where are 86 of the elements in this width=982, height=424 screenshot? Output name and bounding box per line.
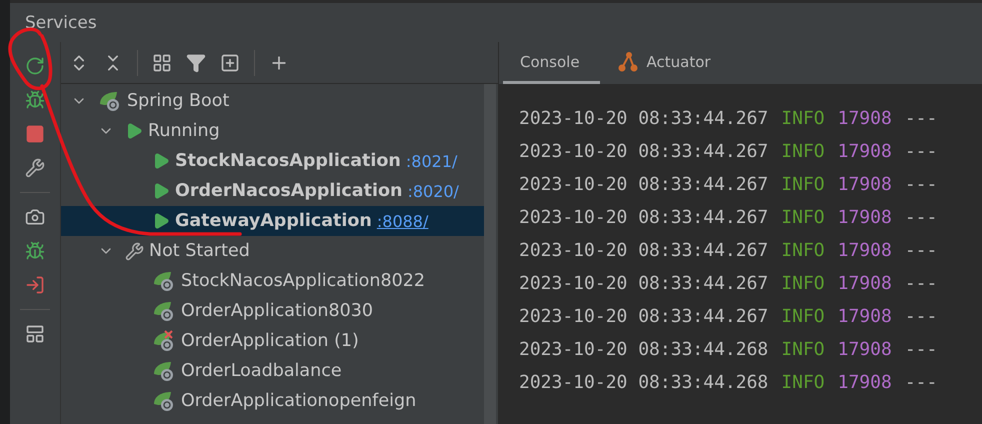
wrench-icon[interactable]: [25, 158, 45, 178]
run-icon: [152, 212, 170, 230]
tree-label: OrderLoadbalance: [181, 361, 342, 381]
log-timestamp: 2023-10-20 08:33:44.267: [519, 306, 768, 327]
tree-label: Running: [148, 121, 220, 141]
tree-label: OrderApplication8030: [181, 301, 374, 321]
log-level: INFO: [781, 273, 825, 294]
rerun-icon[interactable]: [25, 56, 45, 76]
tree-label: Not Started: [149, 241, 250, 261]
log-separator: ---: [904, 240, 938, 261]
log-level: INFO: [781, 240, 825, 261]
sign-in-icon[interactable]: [25, 275, 45, 295]
tree-item[interactable]: OrderApplication8030: [61, 296, 484, 326]
spring-icon: [152, 270, 176, 292]
log-pid: 17908: [838, 306, 892, 327]
port-link[interactable]: :8088/: [376, 212, 428, 230]
attach-debugger-icon[interactable]: [25, 241, 45, 261]
spring-error-icon: [152, 330, 176, 352]
log-pid: 17908: [838, 339, 892, 360]
log-pid: 17908: [838, 108, 892, 129]
log-level: INFO: [781, 108, 825, 129]
log-level: INFO: [781, 306, 825, 327]
log-separator: ---: [904, 339, 938, 360]
port-link[interactable]: :8021/: [406, 152, 458, 170]
tree-item[interactable]: Spring Boot: [61, 86, 484, 116]
log-separator: ---: [904, 108, 938, 129]
tree-label: GatewayApplication: [175, 211, 372, 231]
tree-item[interactable]: OrderApplicationopenfeign: [61, 386, 484, 416]
log-pid: 17908: [838, 141, 892, 162]
log-level: INFO: [781, 174, 825, 195]
log-separator: ---: [904, 207, 938, 228]
tree-label: Spring Boot: [127, 91, 230, 111]
spring-icon: [152, 390, 176, 412]
log-separator: ---: [904, 141, 938, 162]
log-separator: ---: [904, 372, 938, 393]
scrollbar[interactable]: [484, 84, 496, 424]
tab[interactable]: Console: [503, 42, 600, 84]
tree-item[interactable]: OrderApplication (1): [61, 326, 484, 356]
tree-label: OrderApplication (1): [181, 331, 359, 351]
log-separator: ---: [904, 174, 938, 195]
tree-item[interactable]: StockNacosApplication8022: [61, 266, 484, 296]
tree-label: OrderNacosApplication: [175, 181, 402, 201]
log-pid: 17908: [838, 240, 892, 261]
log-timestamp: 2023-10-20 08:33:44.268: [519, 339, 768, 360]
tab[interactable]: Actuator: [600, 42, 731, 84]
log-timestamp: 2023-10-20 08:33:44.267: [519, 240, 768, 261]
log-level: INFO: [781, 141, 825, 162]
log-pid: 17908: [838, 174, 892, 195]
log-level: INFO: [781, 372, 825, 393]
log-timestamp: 2023-10-20 08:33:44.267: [519, 207, 768, 228]
log-timestamp: 2023-10-20 08:33:44.267: [519, 273, 768, 294]
spring-icon: [152, 360, 176, 382]
spring-icon: [152, 300, 176, 322]
wrench-icon: [125, 242, 144, 260]
tree-item[interactable]: OrderNacosApplication :8020/: [61, 176, 484, 206]
log-separator: ---: [904, 306, 938, 327]
stop-icon[interactable]: [25, 124, 45, 144]
run-icon: [152, 182, 170, 200]
camera-icon[interactable]: [25, 207, 45, 227]
run-icon: [152, 152, 170, 170]
tree-label: StockNacosApplication8022: [181, 271, 426, 291]
add-service-icon[interactable]: [220, 52, 240, 72]
log-timestamp: 2023-10-20 08:33:44.267: [519, 141, 768, 162]
log-timestamp: 2023-10-20 08:33:44.267: [519, 108, 768, 129]
tree-item[interactable]: Not Started: [61, 236, 484, 266]
group-icon[interactable]: [152, 52, 172, 72]
log-pid: 17908: [838, 273, 892, 294]
tree-item[interactable]: GatewayApplication :8088/: [61, 206, 484, 236]
log-level: INFO: [781, 207, 825, 228]
log-timestamp: 2023-10-20 08:33:44.267: [519, 174, 768, 195]
run-icon: [125, 122, 143, 140]
filter-icon[interactable]: [186, 52, 206, 72]
tree-item[interactable]: StockNacosApplication :8021/: [61, 146, 484, 176]
tree-label: StockNacosApplication: [175, 151, 401, 171]
layout-icon[interactable]: [25, 324, 45, 344]
log-level: INFO: [781, 339, 825, 360]
tree-item[interactable]: OrderLoadbalance: [61, 356, 484, 386]
debug-icon[interactable]: [25, 90, 45, 110]
port-link[interactable]: :8020/: [407, 182, 459, 200]
log-pid: 17908: [838, 207, 892, 228]
spring-icon: [98, 90, 122, 112]
log-pid: 17908: [838, 372, 892, 393]
tree-item[interactable]: Running: [61, 116, 484, 146]
tree-label: OrderApplicationopenfeign: [181, 391, 416, 411]
log-separator: ---: [904, 273, 938, 294]
log-timestamp: 2023-10-20 08:33:44.268: [519, 372, 768, 393]
